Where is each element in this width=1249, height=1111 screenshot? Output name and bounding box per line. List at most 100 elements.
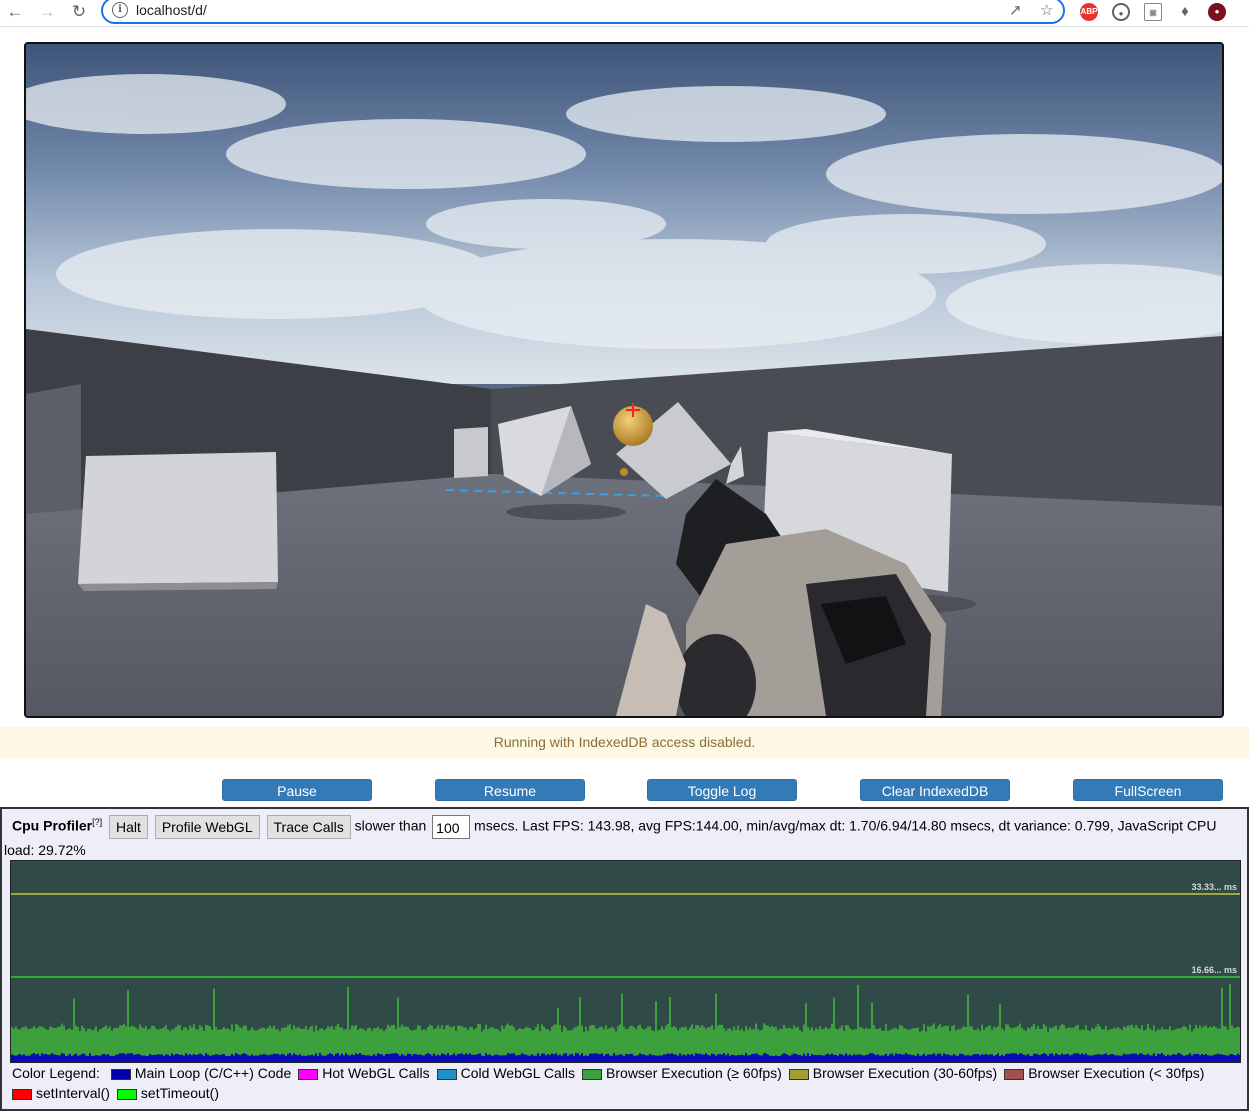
- main-loop-bar: [421, 1055, 423, 1062]
- browser-exec-bar: [351, 1025, 353, 1055]
- main-loop-bar: [427, 1053, 429, 1062]
- main-loop-bar: [1065, 1054, 1067, 1062]
- forward-arrow-icon[interactable]: →: [36, 1, 58, 23]
- main-loop-bar: [959, 1053, 961, 1062]
- main-loop-bar: [585, 1055, 587, 1062]
- main-loop-bar: [445, 1055, 447, 1062]
- trace-calls-button[interactable]: Trace Calls: [266, 815, 351, 839]
- browser-exec-bar: [231, 1024, 233, 1054]
- main-loop-bar: [1197, 1053, 1199, 1062]
- main-loop-bar: [501, 1055, 503, 1062]
- browser-exec-bar: [939, 1024, 941, 1054]
- profile-webgl-button[interactable]: Profile WebGL: [154, 815, 260, 839]
- browser-exec-bar: [505, 1025, 507, 1056]
- browser-exec-bar: [13, 1028, 15, 1056]
- main-loop-bar: [449, 1055, 451, 1062]
- main-loop-bar: [1165, 1055, 1167, 1062]
- browser-exec-bar: [599, 1027, 601, 1055]
- main-loop-bar: [1185, 1055, 1187, 1062]
- share-icon[interactable]: ↗: [1009, 1, 1022, 19]
- browser-exec-bar: [923, 1023, 925, 1054]
- game-canvas[interactable]: [24, 42, 1224, 718]
- vpn-icon[interactable]: ●: [1112, 3, 1130, 21]
- browser-exec-bar: [999, 1004, 1001, 1056]
- help-link[interactable]: [?]: [92, 817, 102, 827]
- browser-exec-bar: [1049, 1027, 1051, 1054]
- main-loop-bar: [477, 1053, 479, 1062]
- main-loop-bar: [711, 1053, 713, 1062]
- main-loop-bar: [303, 1055, 305, 1062]
- browser-exec-bar: [543, 1026, 545, 1054]
- resume-button[interactable]: Resume: [435, 779, 585, 801]
- fullscreen-button[interactable]: FullScreen: [1073, 779, 1223, 801]
- browser-exec-bar: [655, 1001, 657, 1056]
- browser-exec-bar: [17, 1029, 19, 1055]
- browser-exec-bar: [47, 1030, 49, 1055]
- browser-exec-bar: [29, 1028, 31, 1056]
- main-loop-bar: [347, 1055, 349, 1062]
- site-info-icon[interactable]: i: [112, 2, 128, 18]
- url-text: localhost/d/: [136, 2, 207, 18]
- main-loop-bar: [801, 1055, 803, 1062]
- main-loop-bar: [1133, 1053, 1135, 1062]
- puzzle-extensions-icon[interactable]: ♦: [1176, 3, 1194, 21]
- address-bar[interactable]: i localhost/d/ ↗ ☆: [101, 0, 1065, 24]
- browser-exec-bar: [991, 1029, 993, 1055]
- legend-swatch: [1004, 1068, 1025, 1080]
- main-loop-bar: [113, 1055, 115, 1062]
- bookmark-star-icon[interactable]: ☆: [1040, 1, 1053, 19]
- browser-exec-bar: [27, 1028, 29, 1056]
- browser-exec-bar: [677, 1030, 679, 1056]
- toggle-log-button[interactable]: Toggle Log: [647, 779, 797, 801]
- browser-exec-bar: [461, 1026, 463, 1054]
- browser-exec-bar: [479, 1023, 481, 1054]
- pause-button[interactable]: Pause: [222, 779, 372, 801]
- browser-exec-bar: [909, 1029, 911, 1055]
- main-loop-bar: [119, 1053, 121, 1062]
- browser-exec-bar: [1155, 1031, 1157, 1056]
- browser-exec-bar: [447, 1025, 449, 1054]
- main-loop-bar: [317, 1055, 319, 1062]
- main-loop-bar: [1139, 1053, 1141, 1062]
- back-arrow-icon[interactable]: ←: [4, 1, 26, 23]
- browser-exec-bar: [55, 1028, 57, 1055]
- halt-button[interactable]: Halt: [109, 815, 148, 839]
- browser-exec-bar: [957, 1029, 959, 1056]
- browser-exec-bar: [1013, 1027, 1015, 1054]
- browser-exec-bar: [879, 1027, 881, 1056]
- browser-exec-bar: [1065, 1028, 1067, 1055]
- browser-exec-bar: [757, 1029, 759, 1055]
- main-loop-bar: [509, 1053, 511, 1062]
- main-loop-bar: [737, 1055, 739, 1062]
- browser-exec-bar: [983, 1029, 985, 1055]
- main-loop-bar: [941, 1055, 943, 1062]
- reload-icon[interactable]: ↻: [68, 1, 90, 23]
- abp-icon[interactable]: ABP: [1080, 3, 1098, 21]
- main-loop-bar: [877, 1054, 879, 1062]
- main-loop-bar: [79, 1055, 81, 1062]
- browser-exec-bar: [733, 1026, 735, 1056]
- main-loop-bar: [1081, 1053, 1083, 1062]
- main-loop-bar: [751, 1054, 753, 1062]
- main-loop-bar: [727, 1053, 729, 1062]
- browser-exec-bar: [1079, 1030, 1081, 1055]
- main-loop-bar: [997, 1053, 999, 1062]
- browser-exec-bar: [1067, 1027, 1069, 1054]
- browser-exec-bar: [907, 1029, 909, 1055]
- browser-exec-bar: [575, 1026, 577, 1054]
- profile-avatar[interactable]: ●: [1208, 3, 1226, 21]
- main-loop-bar: [1109, 1054, 1111, 1062]
- main-loop-bar: [745, 1053, 747, 1062]
- main-loop-bar: [383, 1055, 385, 1062]
- legend-label: Main Loop (C/C++) Code: [134, 1065, 292, 1081]
- legend-title: Color Legend:: [12, 1065, 100, 1081]
- browser-exec-bar: [789, 1027, 791, 1056]
- browser-exec-bar: [891, 1029, 893, 1054]
- browser-exec-bar: [169, 1031, 171, 1056]
- cast-icon[interactable]: ▣: [1144, 3, 1162, 21]
- threshold-input[interactable]: 100: [432, 815, 471, 839]
- browser-exec-bar: [995, 1027, 997, 1055]
- clear-indexeddb-button[interactable]: Clear IndexedDB: [860, 779, 1010, 801]
- main-loop-bar: [17, 1054, 19, 1062]
- main-loop-bar: [611, 1055, 613, 1062]
